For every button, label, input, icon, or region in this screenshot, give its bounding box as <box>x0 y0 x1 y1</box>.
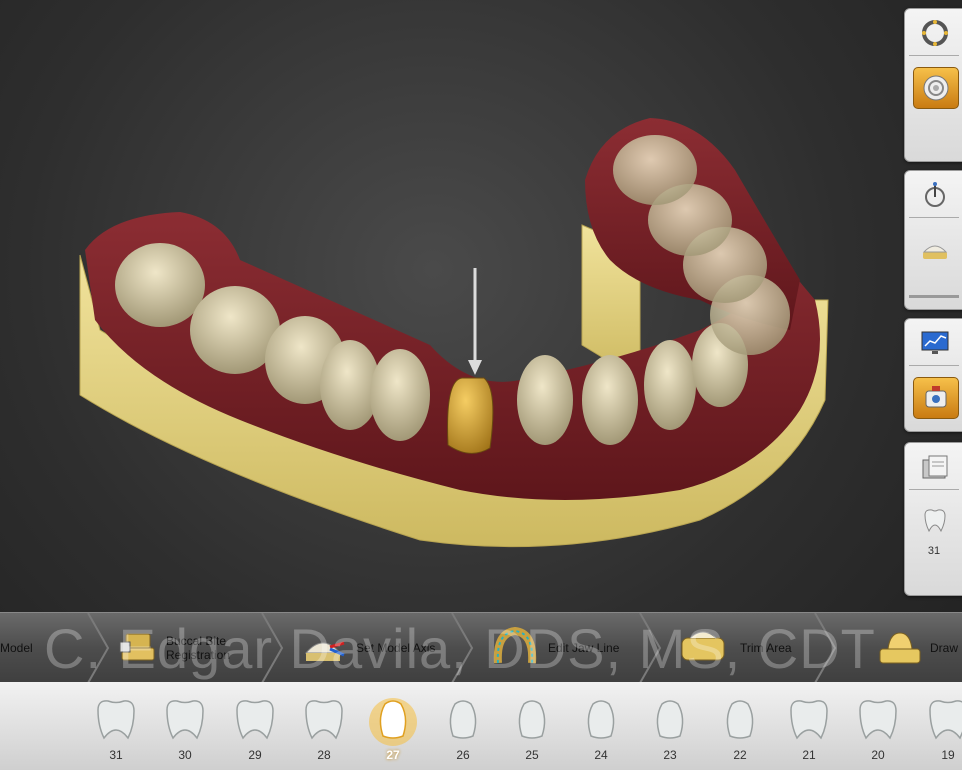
tooth-icon <box>369 698 417 746</box>
bite-registration-icon <box>119 633 155 661</box>
workflow-step-model[interactable]: Model <box>0 613 86 683</box>
tooth-icon <box>236 700 274 740</box>
dental-arch-model[interactable] <box>0 0 900 612</box>
tooth-icon <box>790 700 828 740</box>
jaw-model-icon[interactable] <box>913 229 957 269</box>
tooth-number: 27 <box>386 748 400 762</box>
tooth-icon[interactable] <box>913 501 957 541</box>
tooth-number: 29 <box>248 748 262 762</box>
workflow-step-set-model-axis[interactable]: Set Model Axis <box>300 613 450 683</box>
tooth-button-19[interactable]: 19 <box>920 690 962 766</box>
tooth-number: 19 <box>941 748 955 762</box>
tooth-button-21[interactable]: 21 <box>781 690 837 766</box>
workflow-step-draw[interactable]: Draw <box>876 613 962 683</box>
tool-group-files: 31 <box>904 442 962 596</box>
tooth-icon <box>166 700 204 740</box>
tooth-button-29[interactable]: 29 <box>227 690 283 766</box>
tooth-button-25[interactable]: 25 <box>504 690 560 766</box>
tool-group-view <box>904 8 962 162</box>
tooth-icon <box>929 700 962 740</box>
workflow-step-buccal-bite[interactable]: Buccal Bite Registration <box>118 613 258 683</box>
probe-icon[interactable] <box>913 175 957 215</box>
tooth-button-23[interactable]: 23 <box>642 690 698 766</box>
model-axis-icon <box>304 641 345 661</box>
tooth-number: 22 <box>733 748 747 762</box>
workflow-step-label: Model <box>0 641 33 655</box>
tooth-icon <box>726 700 754 739</box>
tooth-button-27[interactable]: 27 <box>365 690 421 766</box>
tool-panel: 31 <box>904 8 962 602</box>
tooth-selector-bar: 31 30 29 28 27 26 25 24 23 22 21 20 19 <box>0 682 962 770</box>
tooth-button-20[interactable]: 20 <box>850 690 906 766</box>
tool-group-design <box>904 170 962 310</box>
tooth-icon <box>97 700 135 740</box>
tooth-icon <box>449 700 477 739</box>
workflow-step-label: Set Model Axis <box>356 641 436 655</box>
jaw-line-icon <box>493 626 537 664</box>
tooth-button-30[interactable]: 30 <box>157 690 213 766</box>
tooth-number: 23 <box>663 748 677 762</box>
tooth-button-24[interactable]: 24 <box>573 690 629 766</box>
draw-die-icon <box>879 632 921 664</box>
tool-group-scan <box>904 318 962 432</box>
folder-icon[interactable] <box>913 447 957 487</box>
tooth-number: 28 <box>317 748 331 762</box>
spiral-icon[interactable] <box>913 67 959 109</box>
tooth-number: 30 <box>178 748 192 762</box>
workflow-step-label: Draw <box>930 641 959 655</box>
tooth-icon <box>518 700 546 739</box>
tooth-number: 21 <box>802 748 816 762</box>
workflow-bar: Model Buccal Bite Registration Set Model… <box>0 612 962 684</box>
monitor-chart-icon[interactable] <box>913 323 957 363</box>
tooth-button-22[interactable]: 22 <box>712 690 768 766</box>
tooth-icon <box>859 700 897 740</box>
tooth-number: 24 <box>594 748 608 762</box>
tooth-number-label: 31 <box>927 545 941 557</box>
tooth-button-26[interactable]: 26 <box>435 690 491 766</box>
workflow-step-label: Edit Jaw Line <box>548 641 620 655</box>
trim-area-icon <box>681 631 725 661</box>
workflow-step-edit-jaw-line[interactable]: Edit Jaw Line <box>490 613 640 683</box>
tooth-number: 25 <box>525 748 539 762</box>
scanner-icon[interactable] <box>913 377 959 419</box>
workflow-step-trim-area[interactable]: Trim Area <box>676 613 816 683</box>
workflow-step-label: Trim Area <box>740 641 792 655</box>
tooth-icon <box>656 700 684 739</box>
tooth-number: 31 <box>109 748 123 762</box>
tooth-number: 26 <box>456 748 470 762</box>
tooth-icon <box>305 700 343 740</box>
tooth-button-28[interactable]: 28 <box>296 690 352 766</box>
3d-viewport[interactable] <box>0 0 900 612</box>
tooth-button-31[interactable]: 31 <box>88 690 144 766</box>
tooth-icon <box>587 700 615 739</box>
wheel-icon[interactable] <box>913 13 957 53</box>
workflow-step-label: Buccal Bite Registration <box>166 634 231 662</box>
tooth-number: 20 <box>871 748 885 762</box>
